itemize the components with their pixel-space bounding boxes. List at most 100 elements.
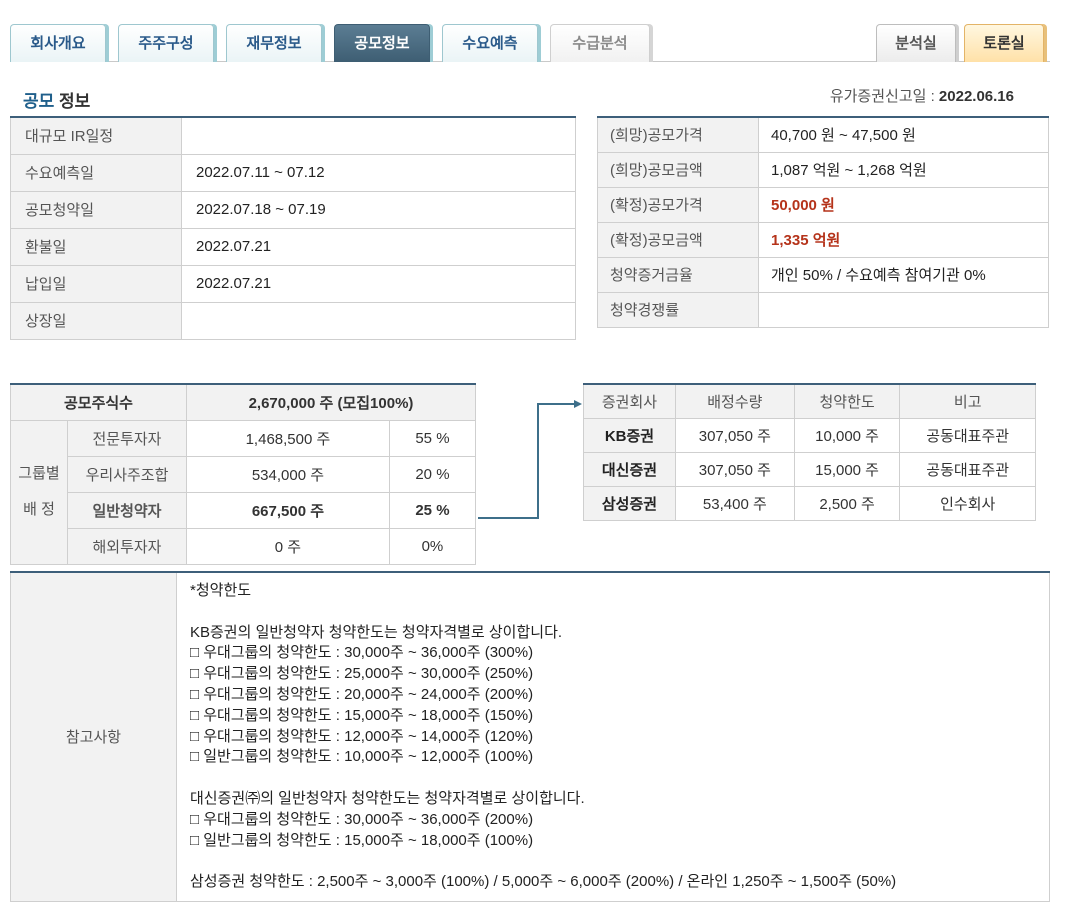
row-value: 40,700 원 ~ 47,500 원 [758, 116, 1049, 153]
row-label: (희망)공모가격 [597, 116, 759, 153]
tab-analysis-room[interactable]: 분석실 [876, 24, 956, 62]
category-shares: 0 주 [186, 527, 390, 565]
tab-ipo-info[interactable]: 공모정보 [334, 24, 430, 62]
broker-name: KB증권 [583, 417, 676, 453]
table-row: 해외투자자 0 주 0% [11, 527, 477, 565]
confirmed-amount: 1,335 억원 [758, 221, 1049, 258]
notes-line: 대신증권㈜의 일반청약자 청약한도는 청약자격별로 상이합니다. [190, 789, 585, 807]
table-row: 일반청약자 667,500 주 25 % [11, 491, 477, 529]
category-shares: 667,500 주 [186, 491, 390, 529]
total-shares-value: 2,670,000 주 (모집100%) [186, 383, 476, 421]
notes-spacer [190, 851, 1036, 872]
row-label: 청약경쟁률 [597, 291, 759, 328]
table-row: KB증권 307,050 주 10,000 주 공동대표주관 [583, 417, 1036, 453]
row-label: (확정)공모가격 [597, 186, 759, 223]
tab-bar: 회사개요 주주구성 재무정보 공모정보 수요예측 수급분석 분석실 토론실 [10, 24, 1050, 62]
broker-qty: 307,050 주 [674, 417, 795, 453]
total-shares-label: 공모주식수 [10, 383, 187, 421]
row-value: 2022.07.11 ~ 07.12 [181, 153, 576, 192]
tab-financials[interactable]: 재무정보 [226, 24, 322, 62]
row-value: 2022.07.21 [181, 227, 576, 266]
brokers-table: 증권회사 배정수량 청약한도 비고 KB증권 307,050 주 10,000 … [583, 383, 1036, 521]
table-row: 대규모 IR일정 [10, 116, 576, 155]
table-row: 수요예측일 2022.07.11 ~ 07.12 [10, 153, 576, 192]
filing-date-value: 2022.06.16 [938, 88, 1014, 105]
notes-line: □ 우대그룹의 청약한도 : 15,000주 ~ 18,000주 (150%) [190, 706, 534, 724]
notes-table: 참고사항 *청약한도 KB증권의 일반청약자 청약한도는 청약자격별로 상이합니… [10, 571, 1050, 902]
category-percent: 55 % [388, 419, 477, 457]
group-label-line1: 그룹별 [18, 465, 60, 482]
table-row: 공모청약일 2022.07.18 ~ 07.19 [10, 190, 576, 229]
table-row: 참고사항 *청약한도 KB증권의 일반청약자 청약한도는 청약자격별로 상이합니… [10, 571, 1050, 902]
filing-date: 유가증권신고일 : 2022.06.16 [830, 85, 1014, 106]
notes-spacer [190, 602, 1036, 623]
row-label: 상장일 [10, 301, 182, 340]
notes-line: □ 우대그룹의 청약한도 : 20,000주 ~ 24,000주 (200%) [190, 685, 534, 703]
page-title: 공모 정보 [23, 87, 90, 112]
row-value: 1,087 억원 ~ 1,268 억원 [758, 151, 1049, 188]
tab-demand-forecast[interactable]: 수요예측 [442, 24, 538, 62]
column-header: 청약한도 [793, 383, 901, 419]
tab-discussion-room[interactable]: 토론실 [964, 24, 1044, 62]
row-label: 대규모 IR일정 [10, 116, 182, 155]
row-label: 청약증거금율 [597, 256, 759, 293]
table-row: 상장일 [10, 301, 576, 340]
notes-line: 삼성증권 청약한도 : 2,500주 ~ 3,000주 (100%) / 5,0… [190, 873, 897, 891]
category-label: 해외투자자 [67, 527, 187, 565]
page-title-accent: 공모 [23, 92, 55, 111]
category-label: 우리사주조합 [67, 455, 187, 493]
row-value: 2022.07.18 ~ 07.19 [181, 190, 576, 229]
table-row: 청약증거금율 개인 50% / 수요예측 참여기관 0% [597, 256, 1049, 293]
table-header-row: 증권회사 배정수량 청약한도 비고 [583, 383, 1036, 419]
filing-date-label: 유가증권신고일 : [829, 88, 939, 105]
schedule-table: 대규모 IR일정 수요예측일 2022.07.11 ~ 07.12 공모청약일 20… [10, 116, 576, 340]
notes-line: □ 일반그룹의 청약한도 : 15,000주 ~ 18,000주 (100%) [190, 831, 534, 849]
table-row: (확정)공모금액 1,335 억원 [597, 221, 1049, 258]
broker-name: 대신증권 [583, 451, 676, 487]
category-shares: 1,468,500 주 [186, 419, 390, 457]
row-label: 공모청약일 [10, 190, 182, 229]
row-value: 개인 50% / 수요예측 참여기관 0% [758, 256, 1049, 293]
table-row: (희망)공모금액 1,087 억원 ~ 1,268 억원 [597, 151, 1049, 188]
table-row: (확정)공모가격 50,000 원 [597, 186, 1049, 223]
group-label-line2: 배 정 [23, 501, 55, 518]
pricing-table: (희망)공모가격 40,700 원 ~ 47,500 원 (희망)공모금액 1,08… [597, 116, 1049, 328]
group-allocation-label: 그룹별 배 정 [10, 419, 68, 565]
allocation-table: 공모주식수 2,670,000 주 (모집100%) 그룹별 배 정 전문투자자… [10, 383, 477, 565]
notes-content: *청약한도 KB증권의 일반청약자 청약한도는 청약자격별로 상이합니다. □ … [176, 571, 1050, 902]
table-row: 환불일 2022.07.21 [10, 227, 576, 266]
row-value: 2022.07.21 [181, 264, 576, 303]
tab-supply-analysis[interactable]: 수급분석 [550, 24, 650, 62]
table-row: 우리사주조합 534,000 주 20 % [11, 455, 477, 493]
row-label: 환불일 [10, 227, 182, 266]
column-header: 비고 [899, 383, 1036, 419]
broker-note: 공동대표주관 [899, 417, 1036, 453]
table-row: 청약경쟁률 [597, 291, 1049, 328]
row-label: 수요예측일 [10, 153, 182, 192]
notes-line: □ 우대그룹의 청약한도 : 30,000주 ~ 36,000주 (200%) [190, 810, 534, 828]
row-label: (확정)공모금액 [597, 221, 759, 258]
table-row: (희망)공모가격 40,700 원 ~ 47,500 원 [597, 116, 1049, 153]
notes-line: KB증권의 일반청약자 청약한도는 청약자격별로 상이합니다. [190, 623, 563, 641]
broker-name: 삼성증권 [583, 485, 676, 521]
broker-qty: 53,400 주 [674, 485, 795, 521]
broker-limit: 2,500 주 [793, 485, 901, 521]
category-shares: 534,000 주 [186, 455, 390, 493]
category-percent: 25 % [388, 491, 477, 529]
table-row: 삼성증권 53,400 주 2,500 주 인수회사 [583, 485, 1036, 521]
category-percent: 0% [388, 527, 477, 565]
notes-line: □ 우대그룹의 청약한도 : 25,000주 ~ 30,000주 (250%) [190, 665, 534, 683]
column-header: 배정수량 [674, 383, 795, 419]
page-title-rest: 정보 [54, 92, 91, 111]
table-row: 대신증권 307,050 주 15,000 주 공동대표주관 [583, 451, 1036, 487]
tab-shareholders[interactable]: 주주구성 [118, 24, 214, 62]
category-label: 전문투자자 [67, 419, 187, 457]
row-label: 납입일 [10, 264, 182, 303]
notes-line: □ 우대그룹의 청약한도 : 12,000주 ~ 14,000주 (120%) [190, 727, 534, 745]
row-value [181, 301, 576, 340]
table-row: 납입일 2022.07.21 [10, 264, 576, 303]
tab-company-overview[interactable]: 회사개요 [10, 24, 106, 62]
table-row: 그룹별 배 정 전문투자자 1,468,500 주 55 % [10, 419, 477, 565]
broker-note: 공동대표주관 [899, 451, 1036, 487]
category-percent: 20 % [388, 455, 477, 493]
